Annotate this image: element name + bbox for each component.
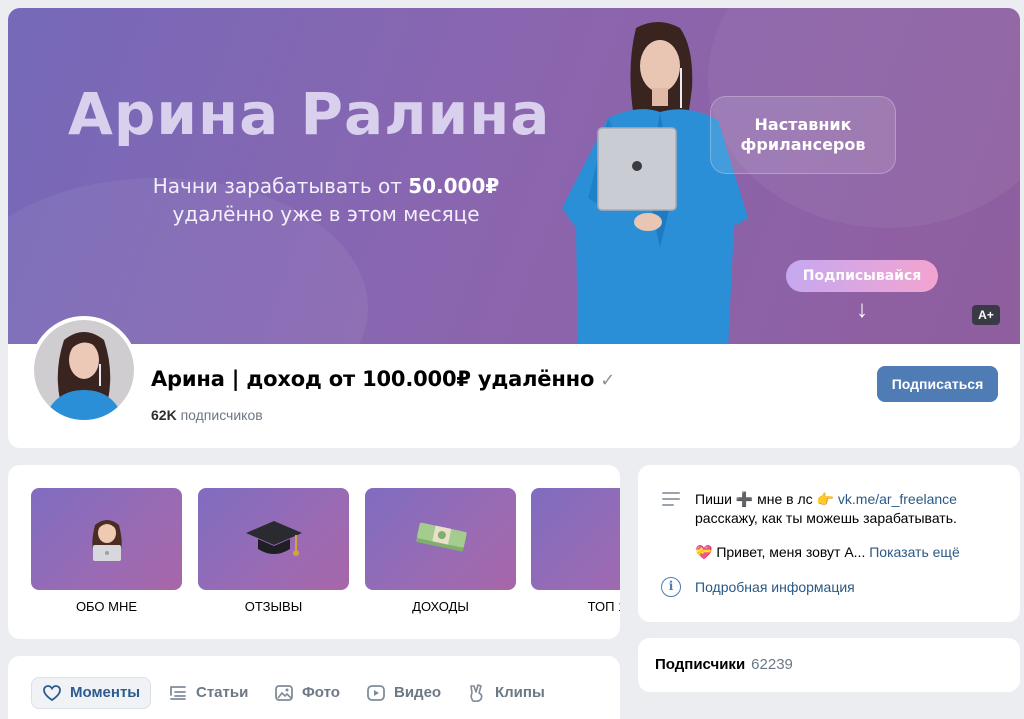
tab-video[interactable]: Видео (366, 677, 441, 709)
info-circle-icon: i (661, 577, 681, 597)
avatar-image (34, 320, 134, 420)
girl-laptop-icon (91, 520, 122, 561)
tile-about-me-label[interactable]: ОБО МНЕ (31, 599, 182, 614)
more-info-link[interactable]: Подробная информация (695, 579, 855, 595)
show-more-link[interactable]: Показать ещё (869, 544, 960, 560)
tab-moments[interactable]: Моменты (31, 677, 152, 709)
followers-count: 62239 (751, 656, 793, 673)
tile-income[interactable] (365, 488, 516, 590)
info-vk-link[interactable]: vk.me/ar_freelance (838, 491, 957, 507)
tab-articles[interactable]: Статьи (168, 677, 248, 709)
subscribers-summary[interactable]: 62K подписчиков (151, 407, 263, 423)
subscribe-button[interactable]: Подписаться (877, 366, 998, 402)
avatar[interactable] (30, 316, 138, 424)
followers-title-text: Подписчики (655, 656, 746, 673)
description-icon (662, 492, 680, 510)
verified-check-icon: ✓ (600, 370, 616, 391)
cover-person-illustration (562, 22, 748, 348)
tab-moments-label: Моменты (70, 684, 141, 701)
tab-photo[interactable]: Фото (274, 677, 340, 709)
photo-icon (275, 685, 293, 701)
money-stack-icon (415, 522, 467, 552)
tile-top1[interactable] (531, 488, 620, 590)
content-tabs-card: Моменты Статьи Фото Видео Клипы (8, 656, 620, 719)
arrow-down-icon: ↓ (856, 296, 868, 323)
tab-clips-label: Клипы (495, 684, 545, 701)
moments-icon (43, 685, 61, 702)
subscribers-count: 62K (151, 407, 177, 423)
mentor-line1: Наставник (754, 115, 852, 134)
tile-about-me[interactable] (31, 488, 182, 590)
tab-video-label: Видео (394, 684, 442, 701)
tile-reviews-label[interactable]: ОТЗЫВЫ (198, 599, 349, 614)
menu-tiles-card: ОБО МНЕ ОТЗЫВЫ ДОХОДЫ ТОП 1 (8, 465, 620, 639)
info-greeting-text: 💝 Привет, меня зовут А... (695, 544, 866, 560)
articles-icon (170, 686, 186, 700)
video-icon (367, 685, 385, 701)
profile-name-text: Арина | доход от 100.000₽ удалённо (151, 367, 595, 391)
aplus-badge[interactable]: A+ (972, 305, 1000, 325)
info-line1-rest: расскажу, как ты можешь зарабатывать. (695, 510, 957, 526)
about-info-card: Пиши ➕ мне в лс 👉 vk.me/ar_freelance рас… (638, 465, 1020, 622)
followers-card[interactable]: Подписчики 62239 (638, 638, 1020, 692)
cover-subtitle-prefix: Начни зарабатывать от (152, 174, 409, 198)
info-line1-prefix: Пиши ➕ мне в лс 👉 (695, 491, 838, 507)
subscribers-label: подписчиков (180, 407, 263, 423)
info-greeting: 💝 Привет, меня зовут А... Показать ещё (695, 544, 960, 561)
tab-photo-label: Фото (302, 684, 340, 701)
mentor-badge: Наставник фрилансеров (710, 96, 896, 174)
tab-articles-label: Статьи (196, 684, 249, 701)
profile-header: Арина | доход от 100.000₽ удалённо ✓ 62K … (8, 316, 1020, 448)
profile-cover: Арина Ралина Начни зарабатывать от 50.00… (8, 8, 1020, 348)
tab-clips[interactable]: Клипы (467, 677, 545, 709)
followers-title: Подписчики 62239 (655, 656, 793, 673)
graduation-cap-icon (245, 521, 302, 556)
cover-subtitle: Начни зарабатывать от 50.000₽ удалённо у… (126, 172, 526, 228)
tile-income-label[interactable]: ДОХОДЫ (365, 599, 516, 614)
tile-top1-label[interactable]: ТОП 1 (531, 599, 620, 614)
cover-subtitle-line2: удалённо уже в этом месяце (172, 202, 480, 226)
clips-icon (470, 684, 483, 703)
tile-reviews[interactable] (198, 488, 349, 590)
cover-subscribe-pill: Подписывайся (786, 260, 938, 292)
cover-subtitle-amount: 50.000₽ (408, 174, 500, 198)
cover-title: Арина Ралина (68, 80, 551, 148)
info-description: Пиши ➕ мне в лс 👉 vk.me/ar_freelance рас… (695, 490, 995, 528)
profile-name: Арина | доход от 100.000₽ удалённо ✓ (151, 367, 615, 391)
mentor-line2: фрилансеров (740, 135, 866, 154)
